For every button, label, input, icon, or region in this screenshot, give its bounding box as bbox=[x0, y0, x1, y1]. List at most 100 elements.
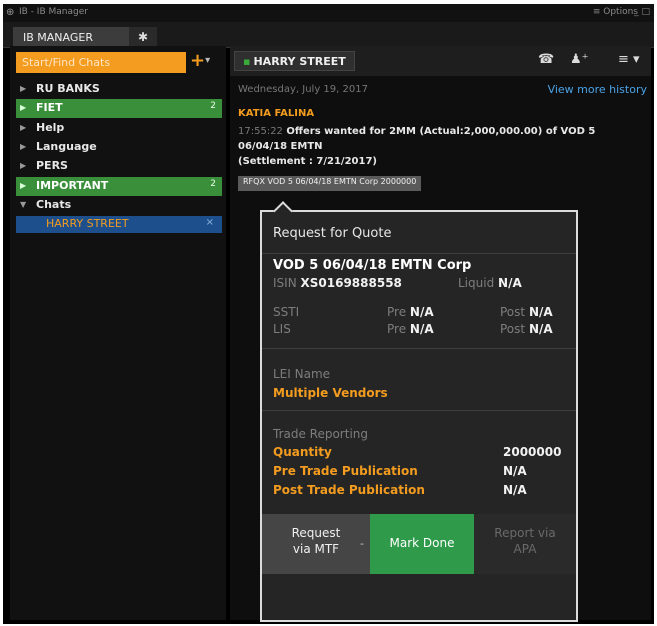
report-via-apa-button[interactable]: Report via APA bbox=[474, 514, 576, 574]
sidebar-item-language[interactable]: ▶ Language bbox=[16, 138, 222, 157]
search-row: +▾ bbox=[10, 52, 226, 76]
chat-message: 17:55:22 Offers wanted for 2MM (Actual:2… bbox=[238, 124, 653, 169]
message-text-line1: Offers wanted for 2MM (Actual:2,000,000.… bbox=[286, 126, 596, 137]
ssti-post-value: N/A bbox=[528, 305, 553, 319]
window-title: IB - IB Manager bbox=[19, 7, 88, 17]
sidebar-item-pers[interactable]: ▶ PERS bbox=[16, 157, 222, 176]
chat-item-label: HARRY STREET bbox=[46, 217, 129, 230]
chevron-down-icon: ▼ bbox=[20, 200, 27, 209]
report-via-apa-label1: Report via bbox=[494, 526, 556, 540]
unread-count-badge: 2 bbox=[210, 179, 216, 189]
online-status-icon: ▪ bbox=[243, 55, 251, 68]
sidebar-item-help[interactable]: ▶ Help bbox=[16, 119, 222, 138]
lis-post-value: N/A bbox=[528, 322, 553, 336]
lis-pre-value: N/A bbox=[409, 322, 434, 336]
close-icon[interactable]: × bbox=[206, 217, 214, 228]
message-timestamp: 17:55:22 bbox=[238, 126, 283, 137]
message-sender: KATIA FALINA bbox=[238, 108, 315, 119]
ssti-pre: Pre N/A bbox=[387, 305, 434, 319]
pre-trade-value: N/A bbox=[503, 464, 527, 478]
chevron-right-icon: ▶ bbox=[20, 161, 27, 170]
rfq-popup: Request for Quote VOD 5 06/04/18 EMTN Co… bbox=[260, 201, 578, 622]
lis-pre: Pre N/A bbox=[387, 322, 434, 336]
security-name: VOD 5 06/04/18 EMTN Corp bbox=[273, 258, 472, 273]
rfq-link-tag[interactable]: RFQX VOD 5 06/04/18 EMTN Corp 2000000 bbox=[238, 176, 422, 191]
rfq-title: Request for Quote bbox=[273, 226, 392, 241]
sidebar-item-label: Chats bbox=[36, 198, 72, 211]
liquid-value: N/A bbox=[498, 276, 522, 290]
chevron-down-icon: ▾ bbox=[205, 55, 211, 66]
lei-value: Multiple Vendors bbox=[273, 386, 388, 400]
pre-trade-label: Pre Trade Publication bbox=[273, 464, 418, 478]
unread-count-badge: 2 bbox=[210, 101, 216, 111]
sidebar-item-label: FIET bbox=[36, 101, 63, 114]
tab-ib-manager[interactable]: IB MANAGER bbox=[13, 27, 129, 48]
quantity-label: Quantity bbox=[273, 445, 332, 459]
tab-strip: IB MANAGER ✱ bbox=[3, 22, 654, 48]
title-bar: ⊕ IB - IB Manager ≡ Options _ □ bbox=[3, 4, 654, 22]
message-text-line3: (Settlement : 7/21/2017) bbox=[238, 156, 377, 167]
pre-label: Pre bbox=[387, 305, 407, 319]
isin-value: XS0169888558 bbox=[300, 276, 402, 290]
liquid-label: Liquid bbox=[458, 276, 495, 290]
isin-label: ISIN bbox=[273, 276, 297, 290]
sidebar-item-fiet[interactable]: ▶ FIET 2 bbox=[16, 99, 222, 118]
plus-icon: + bbox=[190, 50, 206, 71]
rfq-actions: Request via MTF - Mark Done Report via A… bbox=[262, 514, 576, 574]
sidebar-item-label: Help bbox=[36, 121, 65, 134]
chat-sidebar: +▾ ▶ RU BANKS ▶ FIET 2 ▶ Help ▶ Language ▶ PE… bbox=[10, 46, 226, 620]
trade-reporting-section: Trade Reporting Quantity 2000000 Pre Tra… bbox=[262, 411, 576, 514]
sidebar-item-label: PERS bbox=[36, 159, 68, 172]
trade-reporting-label: Trade Reporting bbox=[273, 427, 369, 441]
chevron-right-icon: ▶ bbox=[20, 123, 27, 132]
lis-post: Post N/A bbox=[500, 322, 553, 336]
mark-done-button[interactable]: Mark Done bbox=[370, 514, 474, 574]
ssti-label: SSTI bbox=[273, 305, 300, 319]
ssti-pre-value: N/A bbox=[409, 305, 434, 319]
dropdown-icon[interactable]: - bbox=[360, 536, 364, 552]
view-more-history-link[interactable]: View more history bbox=[548, 83, 647, 96]
chevron-right-icon: ▶ bbox=[20, 84, 27, 93]
menu-icon[interactable]: ≡ ▾ bbox=[618, 52, 640, 67]
window-controls[interactable]: _ □ bbox=[634, 7, 650, 17]
sidebar-item-chats[interactable]: ▼ Chats bbox=[16, 196, 222, 215]
post-label: Post bbox=[500, 305, 526, 319]
rfq-header-section: Request for Quote bbox=[262, 212, 576, 254]
chat-header: ▪ HARRY STREET ☎ ♟⁺ ≡ ▾ bbox=[230, 46, 651, 76]
phone-icon[interactable]: ☎ bbox=[538, 52, 554, 67]
request-via-mtf-label2: via MTF bbox=[292, 542, 340, 556]
ssti-post: Post N/A bbox=[500, 305, 553, 319]
isin-row: ISIN XS0169888558 bbox=[273, 276, 402, 290]
chat-item-harry-street[interactable]: HARRY STREET × bbox=[16, 216, 222, 233]
message-text-line2: 06/04/18 EMTN bbox=[238, 141, 323, 152]
lis-label: LIS bbox=[273, 322, 291, 336]
chevron-right-icon: ▶ bbox=[20, 142, 27, 151]
add-chat-button[interactable]: +▾ bbox=[190, 52, 222, 73]
chevron-right-icon: ▶ bbox=[20, 181, 27, 190]
request-via-mtf-label1: Request bbox=[291, 526, 341, 540]
bell-icon[interactable]: ✱ bbox=[129, 27, 157, 48]
sidebar-item-important[interactable]: ▶ IMPORTANT 2 bbox=[16, 177, 222, 196]
date-separator: Wednesday, July 19, 2017 bbox=[238, 84, 368, 95]
post-trade-value: N/A bbox=[503, 483, 527, 497]
report-via-apa-label2: APA bbox=[513, 542, 537, 556]
add-user-icon[interactable]: ♟⁺ bbox=[570, 52, 589, 67]
post-label: Post bbox=[500, 322, 526, 336]
rfq-security-section: VOD 5 06/04/18 EMTN Corp ISIN XS01698885… bbox=[262, 254, 576, 349]
chat-room-tab[interactable]: ▪ HARRY STREET bbox=[234, 51, 355, 71]
post-trade-label: Post Trade Publication bbox=[273, 483, 425, 497]
search-input[interactable] bbox=[16, 52, 186, 73]
options-menu[interactable]: ≡ Options bbox=[593, 7, 638, 17]
sidebar-item-ru-banks[interactable]: ▶ RU BANKS bbox=[16, 80, 222, 99]
lei-section: LEI Name Multiple Vendors bbox=[262, 349, 576, 411]
sidebar-item-label: IMPORTANT bbox=[36, 179, 109, 192]
quantity-value: 2000000 bbox=[503, 445, 562, 459]
request-via-mtf-button[interactable]: Request via MTF - bbox=[262, 514, 370, 574]
chat-room-name: HARRY STREET bbox=[253, 55, 346, 68]
sidebar-item-label: RU BANKS bbox=[36, 82, 100, 95]
sidebar-item-label: Language bbox=[36, 140, 97, 153]
chevron-right-icon: ▶ bbox=[20, 103, 27, 112]
lei-label: LEI Name bbox=[273, 367, 331, 381]
pre-label: Pre bbox=[387, 322, 407, 336]
liquid-row: Liquid N/A bbox=[458, 276, 522, 290]
